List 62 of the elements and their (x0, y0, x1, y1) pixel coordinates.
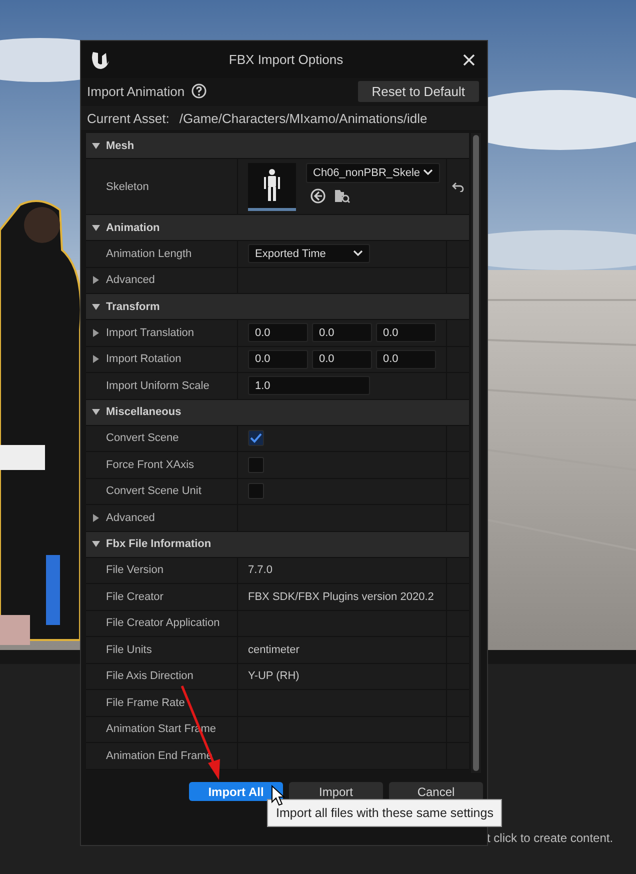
section-header[interactable]: Animation (86, 215, 469, 241)
section-header[interactable]: Miscellaneous (86, 400, 469, 426)
property-label: Advanced (106, 512, 155, 524)
tooltip: Import all files with these same settings (267, 799, 502, 827)
number-field[interactable]: 0.0 (376, 323, 436, 342)
property-label: File Frame Rate (106, 696, 185, 709)
property-label: Advanced (106, 274, 155, 286)
expand-arrow-icon[interactable] (92, 355, 100, 364)
number-field[interactable]: 1.0 (248, 376, 370, 396)
number-field[interactable]: 0.0 (248, 323, 308, 342)
property-label: Convert Scene Unit (106, 485, 202, 498)
caret-icon (423, 169, 433, 176)
property-label: Import Rotation (106, 353, 182, 366)
number-field[interactable]: 0.0 (312, 350, 372, 369)
property-value: centimeter (248, 644, 300, 656)
asset-label: Current Asset: (87, 110, 170, 126)
property-label: File Creator (106, 590, 164, 603)
property-value: 7.7.0 (248, 564, 272, 576)
collapse-arrow-icon[interactable] (92, 540, 100, 548)
help-icon[interactable] (190, 83, 207, 99)
mouse-cursor-icon (272, 784, 286, 806)
number-field[interactable]: 0.0 (312, 323, 372, 342)
section-header[interactable]: Transform (86, 294, 469, 320)
checkbox[interactable] (248, 483, 264, 500)
property-label: Import Translation (106, 326, 194, 339)
property-label: File Units (106, 644, 152, 656)
property-label: Import Uniform Scale (106, 380, 210, 392)
collapse-arrow-icon[interactable] (92, 408, 100, 416)
property-label: File Version (106, 564, 164, 576)
asset-path: /Game/Characters/MIxamo/Animations/idle (179, 110, 428, 126)
close-button[interactable] (461, 52, 477, 68)
import-type-label: Import Animation (87, 84, 185, 98)
scrollbar[interactable] (471, 133, 481, 773)
expand-arrow-icon[interactable] (92, 514, 100, 522)
collapse-arrow-icon[interactable] (92, 142, 100, 150)
checkbox[interactable] (248, 456, 264, 473)
skeleton-dropdown[interactable]: Ch06_nonPBR_Skele (306, 162, 440, 182)
property-label: Animation Length (106, 248, 192, 260)
reset-button[interactable]: Reset to Default (358, 80, 479, 102)
checkbox[interactable] (248, 430, 264, 446)
number-field[interactable]: 0.0 (376, 350, 436, 369)
expand-arrow-icon[interactable] (92, 328, 100, 337)
property-label: Convert Scene (106, 432, 179, 444)
expand-arrow-icon[interactable] (92, 276, 100, 284)
dropdown[interactable]: Exported Time (248, 244, 370, 264)
use-selected-icon[interactable] (310, 188, 326, 204)
property-value: FBX SDK/FBX Plugins version 2020.2 (248, 590, 434, 603)
section-header[interactable]: Fbx File Information (86, 532, 469, 558)
undo-icon[interactable] (452, 182, 464, 192)
browse-folder-icon[interactable] (334, 188, 350, 204)
collapse-arrow-icon[interactable] (92, 302, 100, 310)
property-label: File Creator Application (106, 617, 220, 630)
property-label: Skeleton (106, 180, 149, 192)
section-header[interactable]: Mesh (86, 133, 469, 159)
skeleton-thumbnail[interactable] (248, 162, 296, 210)
collapse-arrow-icon[interactable] (92, 224, 100, 232)
window-title: FBX Import Options (228, 52, 344, 67)
property-label: File Axis Direction (106, 670, 194, 682)
property-label: Force Front XAxis (106, 458, 194, 471)
number-field[interactable]: 0.0 (248, 350, 308, 369)
caret-icon (353, 250, 363, 258)
property-value: Y-UP (RH) (248, 670, 300, 682)
